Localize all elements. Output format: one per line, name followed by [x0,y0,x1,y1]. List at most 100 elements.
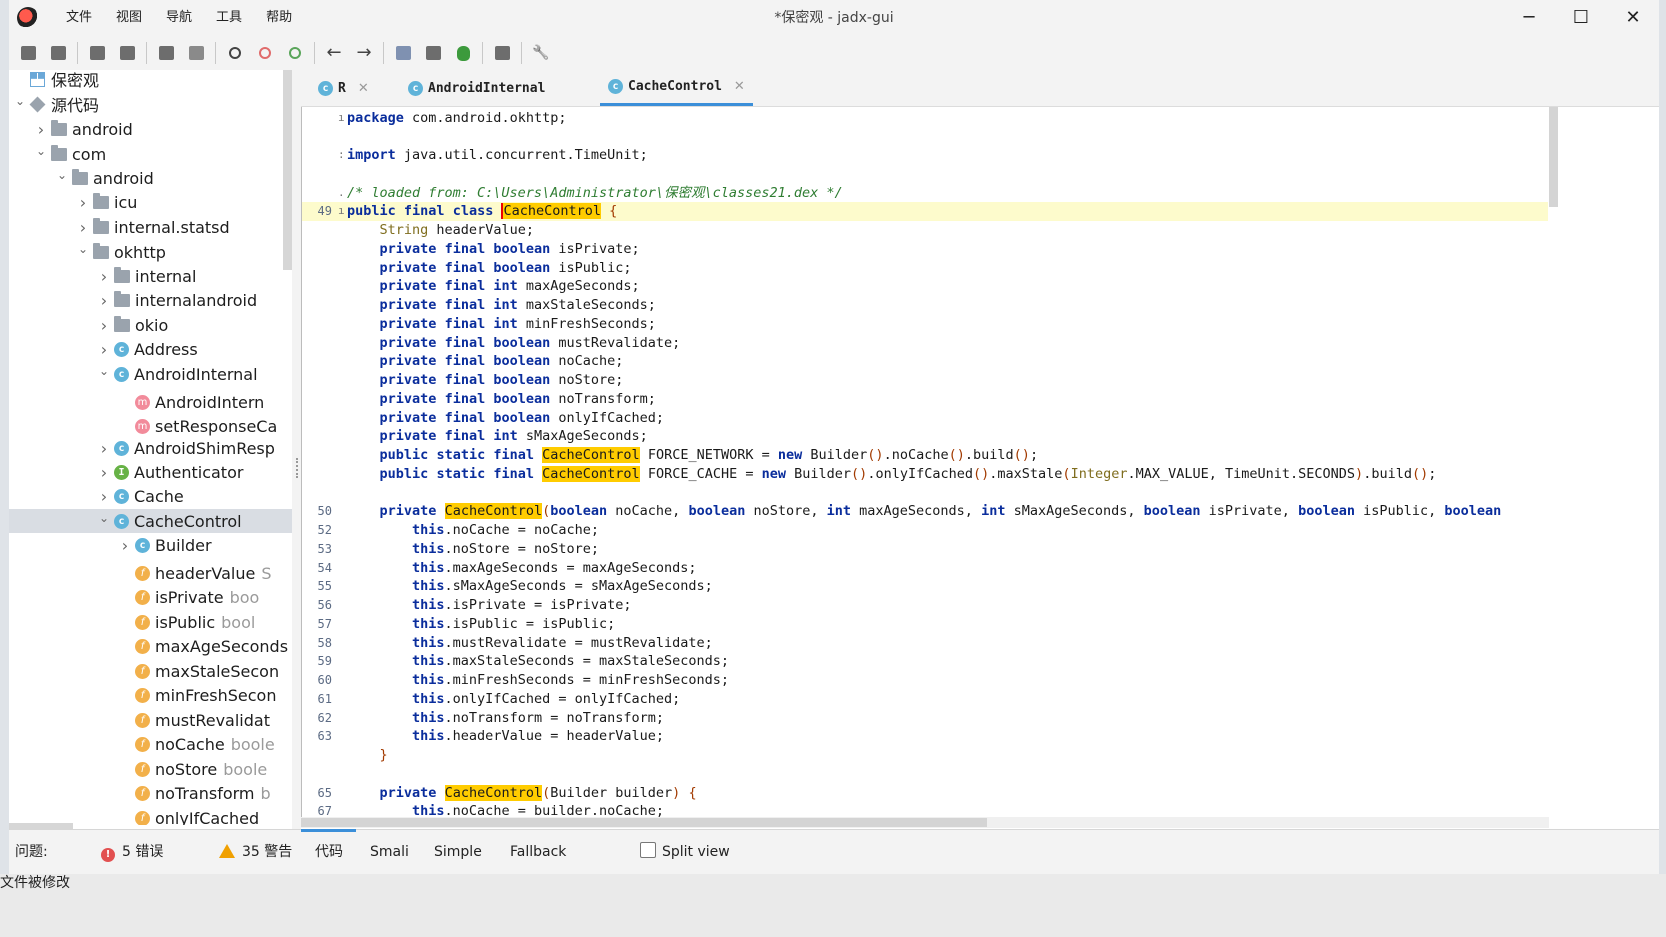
tree-item[interactable]: ⌄ android [9,166,292,190]
chevron-right-icon[interactable]: › [97,340,111,359]
field-icon: f [135,589,150,605]
tree-item[interactable]: › okio [9,313,292,337]
chevron-down-icon[interactable]: ⌄ [55,168,69,182]
chevron-right-icon[interactable]: › [97,316,111,335]
tree-item[interactable]: › c Cache [9,484,292,508]
tree-item[interactable]: › I Authenticator [9,460,292,484]
chevron-right-icon[interactable]: › [97,487,111,506]
editor-tab[interactable]: c R ✕ [310,70,377,106]
tree-item[interactable]: › c Builder [9,533,292,557]
tab-label: R [338,80,346,96]
split-pane-divider[interactable] [292,70,301,830]
tree-item[interactable]: ⌄ 源代码 [9,92,292,116]
chevron-down-icon[interactable]: ⌄ [76,242,90,256]
chevron-down-icon[interactable]: ⌄ [97,511,111,525]
tree-item[interactable]: › icu [9,190,292,214]
tree-item[interactable]: f isPublic bool [9,610,292,634]
tree-item[interactable]: m AndroidIntern [9,390,292,414]
chevron-right-icon[interactable]: › [97,439,111,458]
menu-item-3[interactable]: 工具 [204,0,254,36]
chevron-down-icon[interactable]: ⌄ [97,364,111,378]
forward-button[interactable]: → [349,38,379,68]
view-tab-code[interactable]: 代码 [315,830,343,874]
decompile-all-button[interactable] [487,38,517,68]
find-usage-button[interactable] [280,38,310,68]
maximize-button[interactable]: ☐ [1555,0,1607,36]
tree-item[interactable]: 保密观 [9,70,292,91]
split-view-checkbox[interactable]: Split view [640,830,730,874]
tree-item[interactable]: f minFreshSecon [9,683,292,707]
tree-item-type: S [261,563,272,583]
method-icon: m [135,394,150,410]
tree-item[interactable]: ⌄ okhttp [9,240,292,264]
menu-item-2[interactable]: 导航 [154,0,204,36]
line-number: 56 [317,598,332,612]
chevron-right-icon[interactable]: › [76,193,90,212]
menu-item-4[interactable]: 帮助 [254,0,304,36]
preferences-button[interactable]: 🔧 [526,38,556,68]
tree-item[interactable]: › c AndroidShimResp [9,436,292,460]
close-tab-icon[interactable]: ✕ [358,81,369,96]
add-files-button[interactable] [43,38,73,68]
find-class-button[interactable] [250,38,280,68]
code-horizontal-scrollbar[interactable] [301,818,987,827]
tree-item[interactable]: m setResponseCa [9,414,292,438]
status-text: 文件被修改 [0,875,70,891]
open-file-button[interactable] [13,38,43,68]
chevron-right-icon[interactable]: › [97,291,111,310]
code-line: ./* loaded from: C:\Users\Administrator\… [302,184,1548,203]
warnings-count[interactable]: 35 警告 [219,830,292,874]
editor-tab[interactable]: c AndroidInternal [400,70,553,106]
view-tab-fallback[interactable]: Fallback [510,830,566,874]
line-number: 65 [317,785,332,800]
back-button[interactable]: ← [319,38,349,68]
editor-tab[interactable]: c CacheControl ✕ [600,70,753,106]
tree-item[interactable]: f noCache boole [9,732,292,756]
flatten-packages-button[interactable] [181,38,211,68]
close-tab-icon[interactable]: ✕ [734,79,745,94]
tree-item[interactable]: › internal [9,264,292,288]
tree-item[interactable]: › internalandroid [9,288,292,312]
log-viewer-button[interactable] [418,38,448,68]
export-button[interactable] [112,38,142,68]
tree-item[interactable]: ⌄ c CacheControl [9,509,292,533]
tree-item[interactable]: f isPrivate boo [9,585,292,609]
code-editor[interactable]: ı package com.android.okhttp;: import java… [301,107,1548,817]
menu-item-1[interactable]: 视图 [104,0,154,36]
forward-icon: → [356,42,372,63]
view-tab-smali[interactable]: Smali [370,830,409,874]
code-vertical-scrollbar[interactable] [1549,107,1558,207]
tree-item[interactable]: › c Address [9,337,292,361]
search-button[interactable] [220,38,250,68]
close-window-button[interactable]: ✕ [1607,0,1659,36]
code-text: this.maxAgeSeconds = maxAgeSeconds; [412,559,697,576]
tree-item-label: android [93,168,154,188]
tree-item[interactable]: f noTransform b [9,781,292,805]
sync-tree-button[interactable] [151,38,181,68]
chevron-down-icon[interactable]: ⌄ [34,144,48,158]
tree-item[interactable]: f noStore boole [9,757,292,781]
tree-item[interactable]: › android [9,117,292,141]
tree-item[interactable]: f mustRevalidat [9,708,292,732]
chevron-right-icon[interactable]: › [97,267,111,286]
save-all-button[interactable] [82,38,112,68]
minimize-button[interactable]: ─ [1503,0,1555,36]
problems-label: 问题: [15,844,48,860]
tree-item[interactable]: ⌄ com [9,142,292,166]
tree-item[interactable]: › internal.statsd [9,215,292,239]
errors-count[interactable]: ! 5 错误 [101,830,163,874]
tree-item[interactable]: f maxAgeSeconds [9,634,292,658]
chevron-right-icon[interactable]: › [34,120,48,139]
tree-item[interactable]: f headerValue S [9,561,292,585]
tree-item[interactable]: ⌄ c AndroidInternal [9,362,292,386]
chevron-down-icon[interactable]: ⌄ [13,94,27,108]
debugger-button[interactable] [448,38,478,68]
menu-item-0[interactable]: 文件 [54,0,104,36]
chevron-right-icon[interactable]: › [76,218,90,237]
deobfuscation-button[interactable] [388,38,418,68]
chevron-right-icon[interactable]: › [97,463,111,482]
code-line: 67 this.noCache = builder.noCache; [302,802,1548,817]
tree-item[interactable]: f maxStaleSecon [9,659,292,683]
view-tab-simple[interactable]: Simple [434,830,482,874]
chevron-right-icon[interactable]: › [118,536,132,555]
